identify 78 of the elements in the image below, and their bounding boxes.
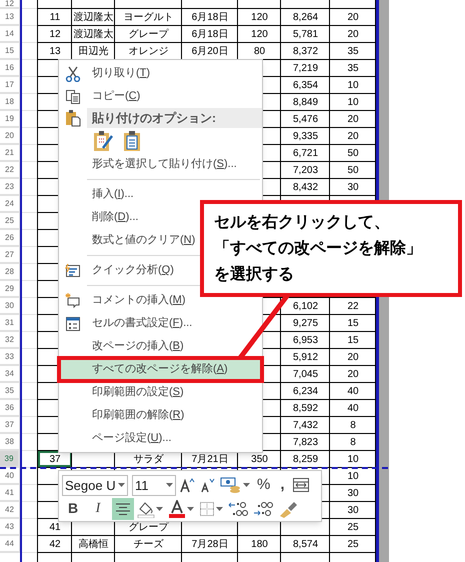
table-cell-text: 5,781: [292, 28, 320, 42]
table-cell-text: 7月21日: [190, 452, 230, 466]
table-cell-text: 7,045: [292, 368, 320, 382]
table-cell-text: 7,219: [292, 62, 320, 76]
table-cell-text: 6,953: [292, 334, 320, 348]
table-cell-text: 350: [250, 452, 269, 466]
table-cell-text: 13: [48, 44, 62, 58]
table-cell-text: 8,592: [292, 402, 320, 416]
table-cell-text: 5,476: [292, 112, 320, 126]
table-cell-text: 30: [346, 504, 360, 518]
table-cell-text: 7,203: [292, 164, 320, 178]
table-cell-text: 6,354: [292, 78, 320, 92]
table-cell-text: ヨーグルト: [122, 10, 174, 24]
table-cell-text: 9,335: [292, 130, 320, 144]
table-cell-text: 50: [346, 146, 360, 160]
table-cell-text: 6月20日: [190, 44, 230, 58]
table-cell-text: 20: [346, 130, 360, 144]
table-cell-text: サラダ: [132, 452, 165, 466]
table-cell-text: 50: [346, 164, 360, 178]
table-cell-text: 8,432: [292, 180, 320, 194]
table-cell-text: 6,721: [292, 146, 320, 160]
table-cell-text: 6,102: [292, 300, 320, 314]
table-cell-text: 120: [250, 28, 269, 42]
table-cell-text: 10: [346, 470, 360, 484]
table-cell-text: 20: [346, 28, 360, 42]
table-cell-text: 80: [252, 44, 266, 58]
table-cell-text: 11: [48, 10, 62, 24]
table-cell-text: 180: [250, 538, 269, 552]
table-cell-text: 30: [346, 486, 360, 500]
table-cell-text: 25: [346, 538, 360, 552]
table-cell-text: 9,275: [292, 316, 320, 330]
table-cell-text: 7月28日: [190, 538, 230, 552]
table-cell-text: 30: [346, 180, 360, 194]
callout-text: セルを右クリックして、: [214, 212, 390, 233]
table-cell-text: 高橋恒: [78, 538, 110, 552]
table-cell-text: 20: [346, 112, 360, 126]
table-cell-text: 田辺光: [78, 44, 110, 58]
table-cell-text: 8,372: [292, 44, 320, 58]
callout-text: を選択する: [214, 264, 294, 285]
table-cell-text: 20: [346, 350, 360, 364]
table-cell-text: 6,234: [292, 384, 320, 398]
table-cell-text: 渡辺隆太: [72, 28, 114, 42]
table-cell-text: 35: [346, 62, 360, 76]
table-cell-text: オレンジ: [128, 44, 170, 58]
table-cell-text: 120: [250, 10, 269, 24]
table-cell-text: 10: [346, 452, 360, 466]
table-cell-text: 8,259: [292, 452, 320, 466]
table-cell-text: 22: [346, 300, 360, 314]
table-cell-text: チーズ: [132, 538, 164, 552]
table-cell-text: 40: [346, 402, 360, 416]
table-cell-text: 8,264: [292, 10, 320, 24]
table-cell-text: 20: [346, 10, 360, 24]
table-cell-text: 7,432: [292, 418, 320, 432]
table-cell-text: 41: [48, 520, 62, 534]
table-cell-text: 6月18日: [190, 28, 230, 42]
menu-section-header: 貼り付けのオプション:: [87, 108, 262, 128]
table-cell-text: 10: [346, 96, 360, 110]
table-cell-text: 8,574: [292, 538, 320, 552]
table-cell-text: グレープ: [128, 28, 170, 42]
table-cell-text: 10: [346, 78, 360, 92]
table-cell-text: グレープ: [128, 520, 170, 534]
table-cell-text: 35: [346, 44, 360, 58]
table-cell-text: 15: [346, 334, 360, 348]
table-cell-text: 15: [346, 316, 360, 330]
table-cell-text: 40: [346, 384, 360, 398]
callout-text: 「すべての改ページを解除」: [214, 238, 422, 259]
table-cell: 37: [38, 451, 72, 467]
table-cell-text: 25: [346, 520, 360, 534]
table-cell-text: 8: [349, 436, 357, 450]
table-cell-text: 8,849: [292, 96, 320, 110]
table-cell-text: 42: [48, 538, 62, 552]
table-cell-text: 5,912: [292, 350, 320, 364]
table-cell-text: 12: [48, 28, 62, 42]
table-cell-text: 20: [346, 368, 360, 382]
table-cell-text: 渡辺隆太: [72, 10, 114, 24]
table-cell-text: 8: [349, 418, 357, 432]
table-cell-text: 6月18日: [190, 10, 230, 24]
table-cell-text: 7,823: [292, 436, 320, 450]
